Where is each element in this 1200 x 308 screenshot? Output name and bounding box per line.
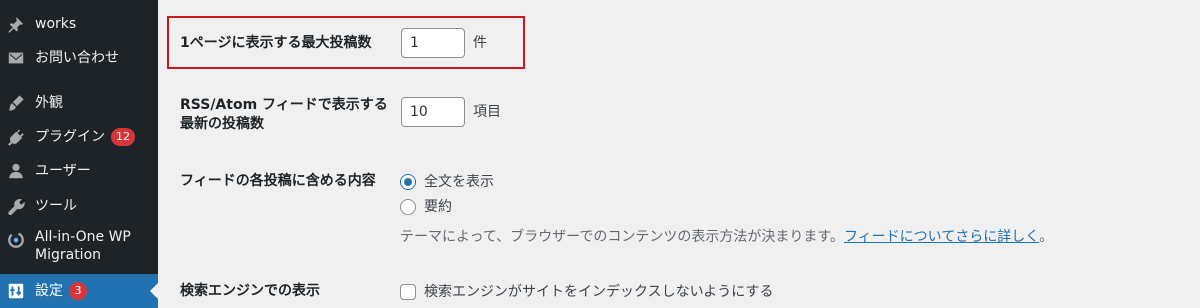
posts-per-page-input[interactable] xyxy=(401,28,465,58)
update-count-badge: 3 xyxy=(69,282,87,300)
posts-per-page-unit: 件 xyxy=(473,35,487,51)
admin-sidebar: works お問い合わせ 外観 プラグイン 12 ユーザー ツール All-in… xyxy=(0,0,158,308)
mail-icon xyxy=(6,48,26,68)
menu-label: 外観 xyxy=(35,95,63,111)
wrench-icon xyxy=(6,196,26,216)
full-text-radio[interactable] xyxy=(400,174,416,190)
menu-label: お問い合わせ xyxy=(35,50,119,66)
update-count-badge: 12 xyxy=(111,128,135,146)
brush-icon xyxy=(6,93,26,113)
summary-radio-label[interactable]: 要約 xyxy=(424,197,452,217)
current-menu-arrow xyxy=(150,283,158,299)
posts-per-rss-label-line1: RSS/Atom フィードで表示する xyxy=(180,97,388,113)
user-icon xyxy=(6,161,26,181)
search-engine-visibility-label: 検索エンジンでの表示 xyxy=(180,283,320,299)
discourage-search-engines-checkbox[interactable] xyxy=(400,284,416,300)
menu-item-tools[interactable]: ツール xyxy=(0,194,158,218)
menu-label: 設定 xyxy=(35,283,63,299)
posts-per-rss-label-line2: 最新の投稿数 xyxy=(180,116,264,132)
menu-label: ユーザー xyxy=(35,163,91,179)
feed-description: テーマによって、ブラウザーでのコンテンツの表示方法が決まります。フィードについて… xyxy=(400,227,1053,247)
settings-icon xyxy=(6,281,26,301)
summary-radio[interactable] xyxy=(400,199,416,215)
full-text-radio-label[interactable]: 全文を表示 xyxy=(424,172,494,192)
discourage-search-engines-label[interactable]: 検索エンジンがサイトをインデックスしないようにする xyxy=(424,282,773,302)
plugin-icon xyxy=(6,127,26,147)
posts-per-page-label: 1ページに表示する最大投稿数 xyxy=(180,35,372,51)
menu-item-works[interactable]: works xyxy=(0,12,158,36)
feed-description-text: テーマによって、ブラウザーでのコンテンツの表示方法が決まります。 xyxy=(400,229,844,245)
menu-item-settings[interactable]: 設定 3 xyxy=(0,274,158,308)
menu-item-appearance[interactable]: 外観 xyxy=(0,91,158,115)
menu-item-contact[interactable]: お問い合わせ xyxy=(0,46,158,70)
menu-item-all-in-one-wp-migration[interactable]: All-in-One WP Migration xyxy=(0,228,158,268)
posts-per-rss-input[interactable] xyxy=(401,97,465,127)
pin-icon xyxy=(6,14,26,34)
feed-description-suffix: 。 xyxy=(1039,229,1054,245)
menu-label: プラグイン xyxy=(35,129,105,145)
menu-label: works xyxy=(35,16,77,32)
menu-label: ツール xyxy=(35,198,77,214)
feed-learn-more-link[interactable]: フィードについてさらに詳しく xyxy=(844,229,1039,245)
migration-icon xyxy=(6,230,26,250)
menu-item-plugins[interactable]: プラグイン 12 xyxy=(0,125,158,149)
feed-content-label: フィードの各投稿に含める内容 xyxy=(180,173,376,189)
menu-label: All-in-One WP Migration xyxy=(35,229,131,263)
posts-per-rss-unit: 項目 xyxy=(473,104,501,120)
menu-item-users[interactable]: ユーザー xyxy=(0,159,158,183)
